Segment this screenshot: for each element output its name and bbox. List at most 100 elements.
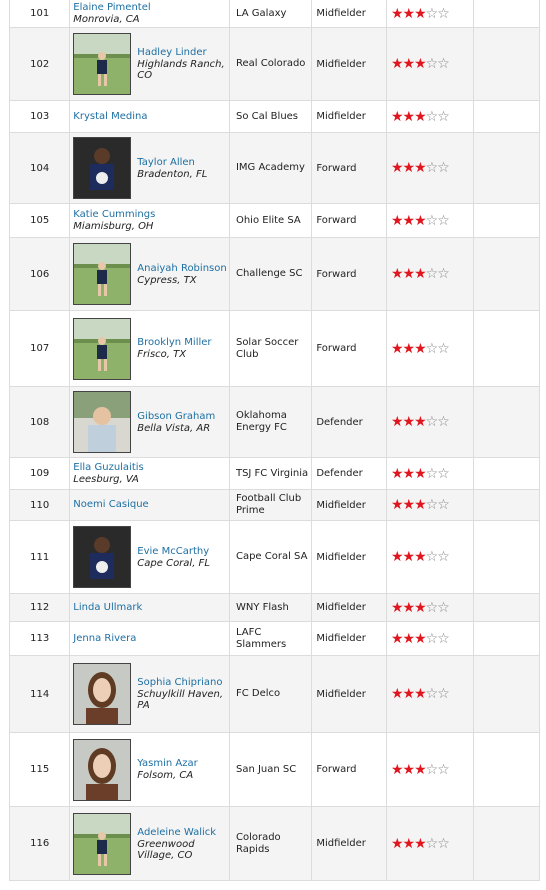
rating-cell: ★★★☆☆: [385, 621, 475, 656]
star-rating: ★★★☆☆: [391, 837, 450, 851]
club-name: Colorado Rapids: [235, 831, 281, 855]
red-star-icon: ★: [402, 212, 416, 229]
position: Midfielder: [316, 58, 366, 70]
player-name-link[interactable]: Linda Ullmark: [73, 602, 229, 614]
red-star-icon: ★: [390, 160, 404, 176]
red-star-icon: ★: [390, 549, 404, 565]
player-photo[interactable]: [73, 526, 132, 588]
player-cell: Hadley Linder Highlands Ranch, CO: [69, 27, 230, 101]
player-name-link[interactable]: Brooklyn Miller: [137, 337, 211, 349]
red-star-icon: ★: [390, 465, 404, 482]
rating-cell: ★★★☆☆: [385, 489, 475, 521]
position: Midfielder: [316, 688, 366, 700]
club-cell: Football Club Prime: [228, 489, 313, 521]
rank-number: 108: [30, 416, 50, 428]
rating-cell: ★★★☆☆: [385, 386, 475, 458]
table-row: 102 Hadley Linder Highlands Ranch, CO Re…: [8, 27, 540, 101]
red-star-icon: ★: [414, 340, 427, 357]
player-name-link[interactable]: Adeleine Walick: [137, 827, 229, 839]
red-star-icon: ★: [414, 465, 427, 482]
player-name-link[interactable]: Noemi Casique: [73, 499, 229, 511]
player-name-link[interactable]: Taylor Allen: [137, 157, 207, 169]
club-name: So Cal Blues: [235, 110, 299, 122]
empty-cell: [473, 655, 540, 733]
player-photo[interactable]: [73, 391, 132, 453]
club-cell: TSJ FC Virginia: [228, 457, 313, 490]
empty-star-icon: ☆: [425, 414, 439, 430]
rating-cell: ★★★☆☆: [385, 310, 475, 387]
table-row: 104 Taylor Allen Bradenton, FL IMG Acade…: [8, 132, 540, 204]
player-photo[interactable]: [73, 137, 132, 199]
player-name-link[interactable]: Ella Guzulaitis: [73, 462, 229, 474]
table-row: 116 Adeleine Walick Greenwood Village, C…: [8, 806, 540, 881]
red-star-icon: ★: [414, 56, 427, 72]
player-photo[interactable]: [73, 243, 132, 305]
red-star-icon: ★: [402, 160, 416, 176]
club-cell: WNY Flash: [228, 593, 313, 622]
player-photo[interactable]: [73, 33, 132, 95]
club-name: Oklahoma Energy FC: [235, 410, 287, 433]
empty-star-icon: ☆: [437, 497, 450, 513]
rank-number: 110: [30, 499, 50, 511]
empty-cell: [473, 457, 540, 490]
table-row: 112 Linda Ullmark WNY Flash Midfielder ★…: [8, 593, 540, 622]
player-name-link[interactable]: Yasmin Azar: [137, 758, 197, 770]
rank-cell: 109: [8, 457, 71, 490]
star-rating: ★★★☆☆: [391, 687, 450, 701]
red-star-icon: ★: [390, 497, 404, 513]
player-location: Cypress, TX: [137, 274, 197, 286]
player-name-link[interactable]: Evie McCarthy: [137, 546, 210, 558]
club-name: Challenge SC: [235, 268, 303, 279]
empty-star-icon: ☆: [437, 56, 450, 72]
player-photo[interactable]: [73, 812, 132, 875]
red-star-icon: ★: [402, 599, 416, 616]
red-star-icon: ★: [390, 56, 404, 72]
player-name-link[interactable]: Gibson Graham: [137, 411, 215, 423]
red-star-icon: ★: [390, 835, 404, 852]
empty-cell: [473, 132, 540, 204]
player-photo[interactable]: [73, 317, 132, 380]
player-name-link[interactable]: Katie Cummings: [73, 209, 229, 221]
empty-star-icon: ☆: [425, 497, 439, 513]
empty-cell: [473, 386, 540, 458]
red-star-icon: ★: [414, 686, 427, 702]
player-name-link[interactable]: Anaiyah Robinson: [137, 263, 226, 275]
player-photo[interactable]: [73, 738, 132, 801]
table-row: 108 Gibson Graham Bella Vista, AR Oklaho…: [8, 386, 540, 458]
rank-cell: 101: [8, 0, 71, 28]
player-location: Highlands Ranch, CO: [137, 59, 225, 81]
player-photo[interactable]: [73, 663, 132, 725]
red-star-icon: ★: [402, 686, 416, 702]
club-cell: LA Galaxy: [228, 0, 313, 28]
player-name-link[interactable]: Hadley Linder: [137, 47, 229, 59]
player-location: Frisco, TX: [137, 349, 187, 360]
empty-star-icon: ☆: [425, 686, 439, 702]
empty-star-icon: ☆: [437, 549, 450, 565]
player-name-link[interactable]: Sophia Chipriano: [137, 677, 229, 689]
empty-star-icon: ☆: [437, 686, 450, 702]
player-name-link[interactable]: Jenna Rivera: [73, 633, 229, 645]
empty-star-icon: ☆: [437, 340, 450, 357]
empty-cell: [473, 203, 540, 238]
rank-number: 115: [30, 764, 50, 775]
player-name-link[interactable]: Krystal Medina: [73, 111, 229, 123]
rating-cell: ★★★☆☆: [385, 520, 475, 594]
rank-number: 102: [30, 58, 50, 70]
player-cell: Anaiyah Robinson Cypress, TX: [69, 237, 230, 311]
player-name-link[interactable]: Elaine Pimentel: [73, 2, 229, 14]
empty-star-icon: ☆: [437, 266, 450, 282]
empty-cell: [473, 27, 540, 101]
star-rating: ★★★☆☆: [391, 763, 450, 777]
table-row: 111 Evie McCarthy Cape Coral, FL Cape Co…: [8, 520, 540, 594]
red-star-icon: ★: [402, 630, 416, 647]
player-cell: Adeleine Walick Greenwood Village, CO: [69, 806, 230, 881]
rating-cell: ★★★☆☆: [385, 100, 475, 133]
rating-cell: ★★★☆☆: [385, 237, 475, 311]
rating-cell: ★★★☆☆: [385, 655, 475, 733]
position-cell: Forward: [311, 132, 387, 204]
rank-number: 103: [30, 111, 50, 122]
club-name: San Juan SC: [235, 763, 297, 775]
red-star-icon: ★: [402, 266, 416, 282]
star-rating: ★★★☆☆: [391, 267, 450, 281]
player-location: Miamisburg, OH: [73, 221, 154, 232]
